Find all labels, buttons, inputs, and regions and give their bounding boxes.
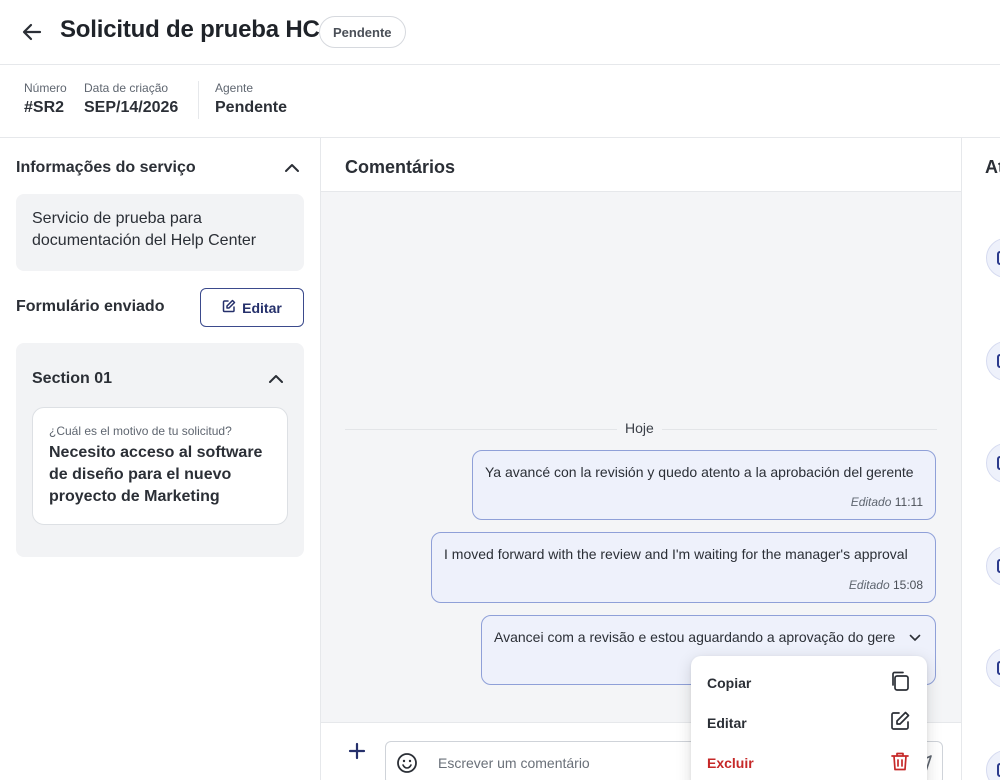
comment-bubble[interactable]: I moved forward with the review and I'm … <box>431 532 936 603</box>
service-description: Servicio de prueba para documentación de… <box>16 194 304 271</box>
status-badge: Pendente <box>319 16 406 48</box>
page-title: Solicitud de prueba HC <box>60 16 320 43</box>
meta-agent-value: Pendente <box>215 99 288 116</box>
form-answer-card: ¿Cuál es el motivo de tu solicitud? Nece… <box>32 407 288 525</box>
comments-thread[interactable]: Hoje Ya avancé con la revisión y quedo a… <box>321 192 961 722</box>
chevron-up-icon[interactable] <box>264 367 288 391</box>
comment-meta: Editado 15:08 <box>849 578 923 592</box>
service-info-panel: Informações do serviço Servicio de prueb… <box>0 138 321 780</box>
trash-icon <box>889 750 911 777</box>
comment-text: I moved forward with the review and I'm … <box>444 546 908 562</box>
meta-divider <box>198 81 199 119</box>
section-title: Section 01 <box>32 370 113 387</box>
edit-icon <box>222 299 236 316</box>
meta-created-label: Data de criação <box>84 81 169 95</box>
meta-created-value: SEP/14/2026 <box>84 99 179 116</box>
activity-panel: At <box>961 138 1000 780</box>
comment-time: 11:11 <box>894 495 923 509</box>
menu-item-copy[interactable]: Copiar <box>691 663 927 703</box>
back-arrow-icon[interactable] <box>20 20 44 44</box>
activity-item-icon[interactable] <box>986 443 1000 483</box>
meta-agent-label: Agente <box>215 81 254 95</box>
form-submitted-row: Formulário enviado Editar <box>16 288 304 328</box>
section-header: Section 01 <box>32 367 288 391</box>
edit-icon <box>889 710 911 737</box>
request-meta: Número #SR2 Data de criação SEP/14/2026 … <box>0 65 1000 138</box>
comment-text: Avancei com a revisão e estou aguardando… <box>494 629 896 645</box>
comments-header: Comentários <box>321 138 961 192</box>
comment-text: Ya avancé con la revisión y quedo atento… <box>485 464 914 480</box>
question-text: ¿Cuál es el motivo de tu solicitud? <box>49 424 232 438</box>
activity-item-icon[interactable] <box>986 648 1000 688</box>
meta-agent: Agente Pendente <box>215 81 287 117</box>
menu-item-copy-label: Copiar <box>707 675 752 691</box>
menu-item-edit-label: Editar <box>707 715 747 731</box>
page-header: Solicitud de prueba HC Pendente <box>0 0 1000 65</box>
form-submitted-label: Formulário enviado <box>16 298 165 315</box>
chevron-down-icon[interactable] <box>907 630 923 646</box>
menu-item-delete[interactable]: Excluir <box>691 743 927 780</box>
comment-bubble[interactable]: Ya avancé con la revisión y quedo atento… <box>472 450 936 520</box>
activity-item-icon[interactable] <box>986 750 1000 780</box>
copy-icon <box>889 670 911 697</box>
answer-text: Necesito acceso al software de diseño pa… <box>49 444 263 505</box>
emoji-icon[interactable] <box>396 752 418 774</box>
comment-time: 15:08 <box>892 578 923 592</box>
comment-context-menu: Copiar Editar Excluir <box>691 656 927 780</box>
activity-item-icon[interactable] <box>986 238 1000 278</box>
comments-title: Comentários <box>345 157 456 177</box>
day-label: Hoje <box>617 420 662 436</box>
attach-plus-icon[interactable] <box>345 739 369 763</box>
service-info-header: Informações do serviço <box>16 158 304 178</box>
chevron-up-icon[interactable] <box>280 156 304 180</box>
comment-meta: Editado 11:11 <box>851 495 923 509</box>
edit-form-label: Editar <box>242 299 282 316</box>
service-info-title: Informações do serviço <box>16 159 196 176</box>
meta-number-value: #SR2 <box>24 99 65 116</box>
activity-item-icon[interactable] <box>986 341 1000 381</box>
activity-item-icon[interactable] <box>986 546 1000 586</box>
edit-form-button[interactable]: Editar <box>200 288 304 327</box>
meta-created: Data de criação SEP/14/2026 <box>84 81 178 117</box>
meta-number-label: Número <box>24 81 67 95</box>
edited-label: Editado <box>850 495 892 509</box>
menu-item-edit[interactable]: Editar <box>691 703 927 743</box>
form-section-card: Section 01 ¿Cuál es el motivo de tu soli… <box>16 343 304 557</box>
edited-label: Editado <box>848 578 890 592</box>
meta-number: Número #SR2 <box>24 81 67 117</box>
activity-title: At <box>985 157 1000 177</box>
menu-item-delete-label: Excluir <box>707 755 754 771</box>
